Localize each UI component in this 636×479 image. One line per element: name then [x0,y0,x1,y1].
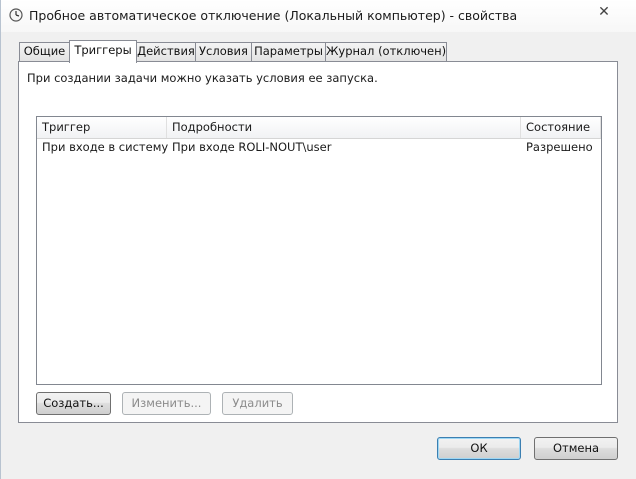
cell-details: При входе ROLI-NOUT\user [172,140,332,154]
create-button[interactable]: Создать... [36,392,111,415]
tab-conditions[interactable]: Условия [195,42,252,61]
delete-button[interactable]: Удалить [222,392,293,415]
tab-actions[interactable]: Действия [136,42,196,61]
close-button[interactable]: ✕ [589,2,619,22]
title-bar[interactable]: Пробное автоматическое отключение (Локал… [1,0,636,32]
tab-strip: Общие Триггеры Действия Условия Параметр… [19,40,619,63]
triggers-list[interactable]: Триггер Подробности Состояние При входе … [36,116,602,385]
cell-status: Разрешено [526,140,593,154]
close-icon: ✕ [598,4,610,20]
column-header-trigger[interactable]: Триггер [37,117,167,138]
properties-window: Пробное автоматическое отключение (Локал… [0,0,636,479]
ok-button[interactable]: ОК [437,437,521,460]
window-title: Пробное автоматическое отключение (Локал… [29,8,518,23]
column-header-status[interactable]: Состояние [521,117,601,138]
triggers-panel: При создании задачи можно указать услови… [18,61,618,423]
table-row[interactable]: При входе в систему При входе ROLI-NOUT\… [37,138,601,158]
cell-trigger: При входе в систему [42,140,169,154]
tab-history[interactable]: Журнал (отключен) [325,42,447,61]
tab-general[interactable]: Общие [19,42,70,61]
panel-description: При создании задачи можно указать услови… [27,71,378,85]
column-header-details[interactable]: Подробности [167,117,521,138]
tab-triggers[interactable]: Триггеры [69,40,137,63]
cancel-button[interactable]: Отмена [534,437,618,460]
list-header: Триггер Подробности Состояние [37,117,601,139]
tab-settings[interactable]: Параметры [251,42,326,61]
edit-button[interactable]: Изменить... [122,392,211,415]
clock-icon [9,8,23,22]
